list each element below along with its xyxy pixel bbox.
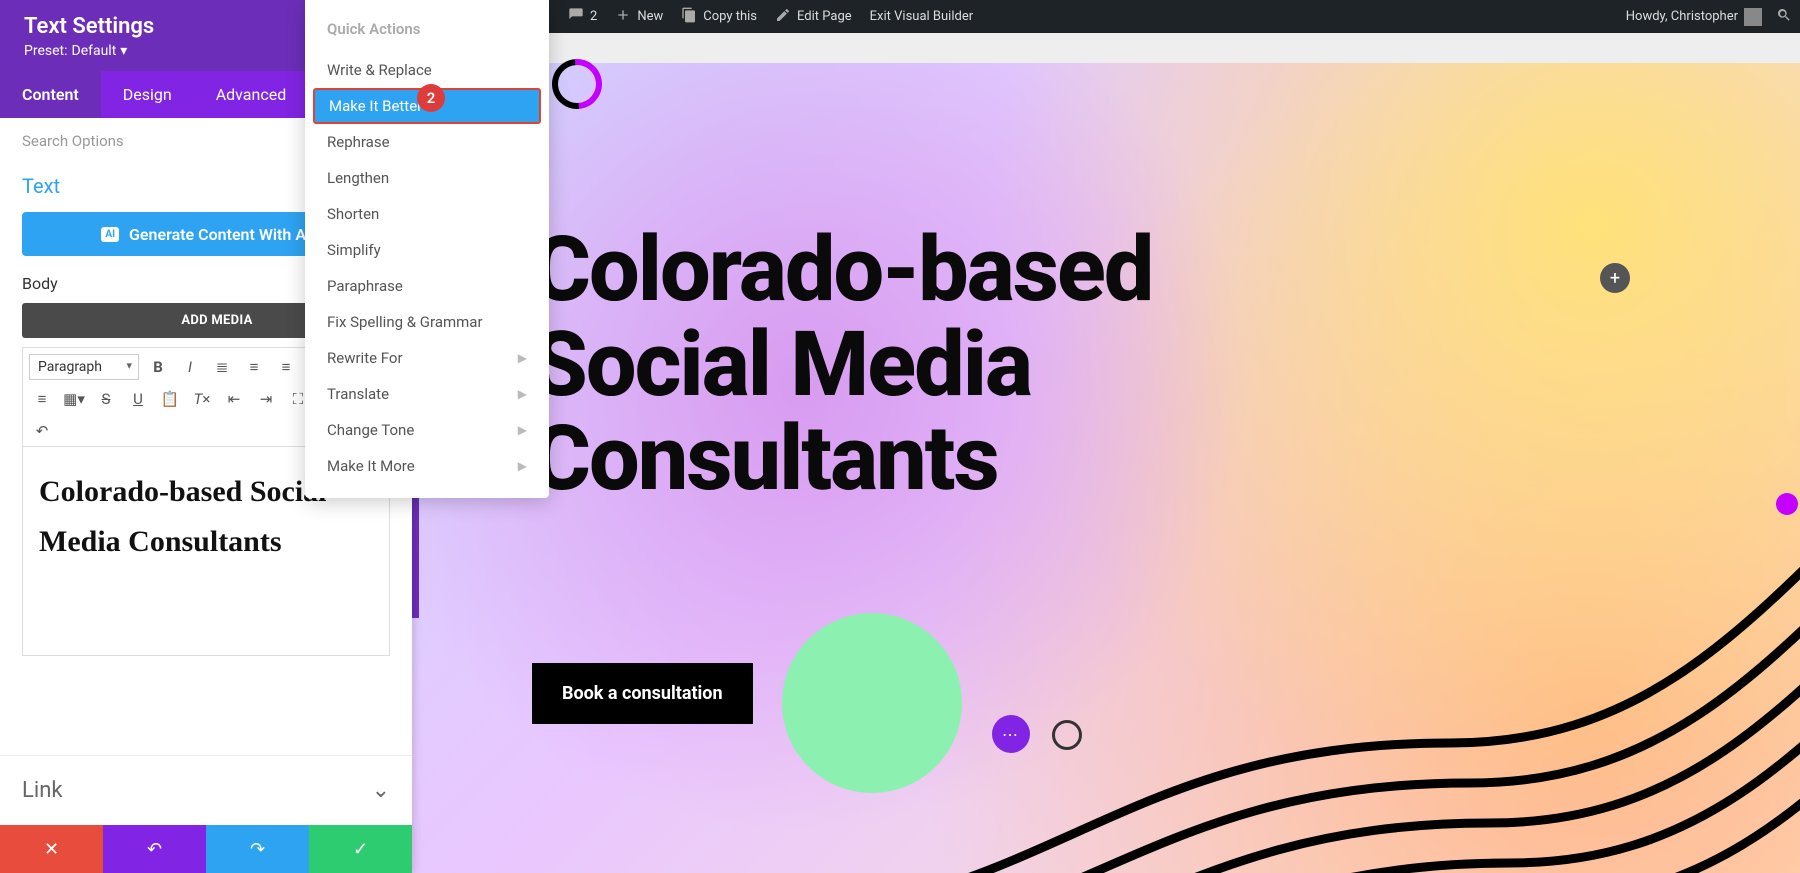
qa-item-label: Simplify — [327, 241, 381, 259]
qa-item-label: Paraphrase — [327, 277, 403, 295]
chevron-down-icon: ▾ — [120, 43, 127, 59]
qa-item-change-tone[interactable]: Change Tone ▶ — [305, 412, 549, 448]
mint-circle-decoration — [782, 613, 962, 793]
quick-actions-heading: Quick Actions — [305, 10, 549, 52]
qa-item-label: Fix Spelling & Grammar — [327, 313, 483, 331]
adminbar-comments[interactable]: 2 — [568, 7, 597, 27]
logo-swirl-icon — [542, 49, 612, 119]
chevron-right-icon: ▶ — [518, 423, 527, 437]
plus-icon — [615, 7, 631, 27]
canvas-preview: Colorado-based Social Media Consultants … — [412, 33, 1800, 873]
adminbar-copy-label: Copy this — [703, 9, 757, 24]
link-section-toggle[interactable]: Link ⌄ — [0, 755, 412, 825]
add-section-button[interactable]: + — [1600, 263, 1630, 293]
adminbar-account[interactable]: Howdy, Christopher — [1626, 8, 1762, 26]
qa-item-label: Write & Replace — [327, 61, 432, 79]
bold-button[interactable]: B — [145, 354, 171, 380]
copy-icon — [681, 7, 697, 27]
undo-button[interactable]: ↶ — [29, 418, 55, 444]
format-select[interactable]: Paragraph — [29, 354, 139, 380]
comment-icon — [568, 7, 584, 27]
table-button[interactable]: ▦▾ — [61, 386, 87, 412]
adminbar-copy[interactable]: Copy this — [681, 7, 757, 27]
qa-item-translate[interactable]: Translate ▶ — [305, 376, 549, 412]
preset-value: Default — [72, 43, 117, 59]
comments-count: 2 — [590, 9, 597, 24]
panel-footer: ✕ ↶ ↷ ✓ — [0, 825, 412, 873]
save-button[interactable]: ✓ — [309, 825, 412, 873]
qa-item-lengthen[interactable]: Lengthen — [305, 160, 549, 196]
chevron-right-icon: ▶ — [518, 387, 527, 401]
italic-button[interactable]: I — [177, 354, 203, 380]
chevron-right-icon: ▶ — [518, 459, 527, 473]
generate-ai-label: Generate Content With AI — [129, 225, 311, 244]
pencil-icon — [775, 7, 791, 27]
strikethrough-button[interactable]: S — [93, 386, 119, 412]
cancel-button[interactable]: ✕ — [0, 825, 103, 873]
howdy-text: Howdy, Christopher — [1626, 9, 1738, 24]
numbered-list-button[interactable]: ≡ — [241, 354, 267, 380]
chevron-right-icon: ▶ — [518, 351, 527, 365]
adminbar-new-label: New — [637, 9, 663, 24]
ai-icon: AI — [101, 227, 119, 242]
qa-item-fix-spelling-grammar[interactable]: Fix Spelling & Grammar — [305, 304, 549, 340]
qa-item-label: Lengthen — [327, 169, 389, 187]
qa-item-label: Make It More — [327, 457, 415, 475]
qa-item-label: Rewrite For — [327, 349, 403, 367]
ring-decoration — [1052, 720, 1082, 750]
qa-item-label: Translate — [327, 385, 389, 403]
qa-item-simplify[interactable]: Simplify — [305, 232, 549, 268]
qa-item-label: Change Tone — [327, 421, 414, 439]
adminbar-edit-label: Edit Page — [797, 9, 852, 24]
preset-label: Preset: — [24, 43, 68, 59]
bullet-list-button[interactable]: ≣ — [209, 354, 235, 380]
qa-item-label: Make It Better — [329, 97, 422, 115]
qa-item-label: Shorten — [327, 205, 379, 223]
search-icon[interactable] — [1776, 7, 1792, 27]
outdent-button[interactable]: ⇤ — [221, 386, 247, 412]
cta-button[interactable]: Book a consultation — [532, 663, 753, 724]
adminbar-exit-label: Exit Visual Builder — [870, 9, 973, 24]
hero-section[interactable]: Colorado-based Social Media Consultants … — [412, 63, 1800, 873]
chevron-down-icon: ⌄ — [372, 778, 390, 803]
adminbar-exit[interactable]: Exit Visual Builder — [870, 9, 973, 24]
qa-item-paraphrase[interactable]: Paraphrase — [305, 268, 549, 304]
align-left-button[interactable]: ≡ — [273, 354, 299, 380]
redo-footer-button[interactable]: ↷ — [206, 825, 309, 873]
undo-footer-button[interactable]: ↶ — [103, 825, 206, 873]
tab-content[interactable]: Content — [0, 71, 101, 118]
hero-headline[interactable]: Colorado-based Social Media Consultants — [532, 223, 1232, 507]
avatar — [1744, 8, 1762, 26]
qa-item-label: Rephrase — [327, 133, 390, 151]
qa-item-rewrite-for[interactable]: Rewrite For ▶ — [305, 340, 549, 376]
quick-actions-menu: Quick Actions Write & Replace Make It Bet… — [305, 0, 549, 498]
tab-design[interactable]: Design — [101, 71, 194, 118]
adminbar-edit[interactable]: Edit Page — [775, 7, 852, 27]
tab-advanced[interactable]: Advanced — [194, 71, 309, 118]
qa-item-rephrase[interactable]: Rephrase — [305, 124, 549, 160]
underline-button[interactable]: U — [125, 386, 151, 412]
indent-button[interactable]: ⇥ — [253, 386, 279, 412]
builder-fab[interactable]: ⋯ — [992, 715, 1030, 753]
annotation-badge-2: 2 — [417, 84, 445, 112]
align-justify-button[interactable]: ≡ — [29, 386, 55, 412]
adminbar-new[interactable]: New — [615, 7, 663, 27]
link-label: Link — [22, 778, 63, 803]
magenta-dot-decoration — [1776, 493, 1798, 515]
qa-item-make-it-more[interactable]: Make It More ▶ — [305, 448, 549, 484]
qa-item-write-replace[interactable]: Write & Replace — [305, 52, 549, 88]
paste-button[interactable]: 📋 — [157, 386, 183, 412]
qa-item-shorten[interactable]: Shorten — [305, 196, 549, 232]
clear-format-button[interactable]: T× — [189, 386, 215, 412]
